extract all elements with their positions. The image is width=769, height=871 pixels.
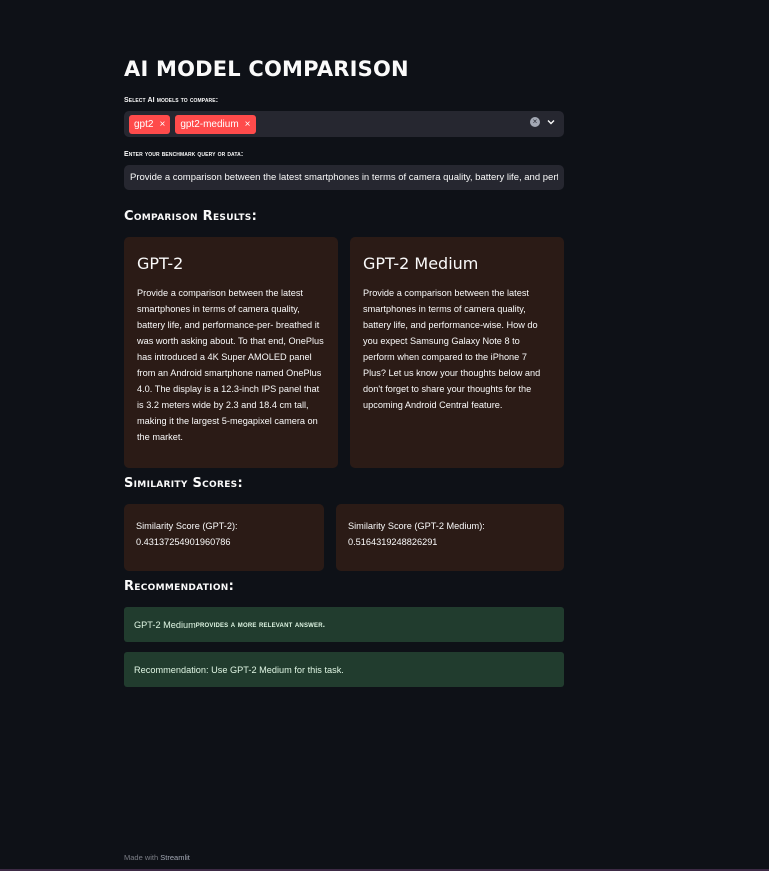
similarity-heading: Similarity Scores: (124, 476, 243, 491)
winner-suffix: provides a more relevant answer. (195, 620, 326, 629)
card-text: Provide a comparison between the latest … (363, 288, 541, 410)
result-card-gpt2-medium: GPT-2 Medium Provide a comparison betwee… (350, 237, 564, 468)
close-icon[interactable]: × (245, 119, 251, 130)
model-select-label: Select AI models to compare: (124, 97, 219, 104)
page-title: AI MODEL COMPARISON (124, 57, 409, 81)
card-text: Provide a comparison between the latest … (137, 288, 324, 442)
score-value: 0.5164319248826291 (348, 537, 438, 547)
clear-icon[interactable]: × (530, 117, 540, 127)
recommendation-alert: Recommendation: Use GPT-2 Medium for thi… (124, 652, 564, 687)
score-label: Similarity Score (GPT-2 Medium): (348, 521, 485, 531)
close-icon[interactable]: × (159, 119, 165, 130)
score-label: Similarity Score (GPT-2): (136, 521, 238, 531)
tag-gpt2[interactable]: gpt2 × (129, 114, 171, 134)
tag-label: gpt2-medium (180, 118, 239, 130)
multiselect-controls: × (530, 117, 556, 127)
recommendation-text: Recommendation: Use GPT-2 Medium for thi… (134, 664, 344, 675)
recommendation-heading: Recommendation: (124, 579, 235, 594)
query-input[interactable] (124, 165, 564, 190)
streamlit-link[interactable]: Streamlit (160, 853, 190, 862)
query-label: Enter your benchmark query or data: (124, 151, 244, 158)
winner-alert: GPT-2 Medium provides a more relevant ans… (124, 607, 564, 642)
score-card-gpt2: Similarity Score (GPT-2): 0.431372549019… (124, 504, 324, 571)
card-title: GPT-2 (137, 254, 184, 273)
tag-label: gpt2 (134, 118, 154, 130)
card-title: GPT-2 Medium (363, 254, 479, 273)
score-card-gpt2-medium: Similarity Score (GPT-2 Medium): 0.51643… (336, 504, 564, 571)
footer-text: Made with (124, 853, 159, 862)
footer: Made with Streamlit (124, 853, 190, 862)
model-multiselect[interactable]: gpt2 × gpt2-medium × × (124, 111, 564, 137)
chevron-down-icon[interactable] (546, 117, 556, 127)
score-value: 0.43137254901960786 (136, 537, 231, 547)
results-heading: Comparison Results: (124, 209, 258, 224)
tag-gpt2-medium[interactable]: gpt2-medium × (175, 114, 256, 134)
winner-name: GPT-2 Medium (134, 619, 196, 630)
result-card-gpt2: GPT-2 Provide a comparison between the l… (124, 237, 338, 468)
